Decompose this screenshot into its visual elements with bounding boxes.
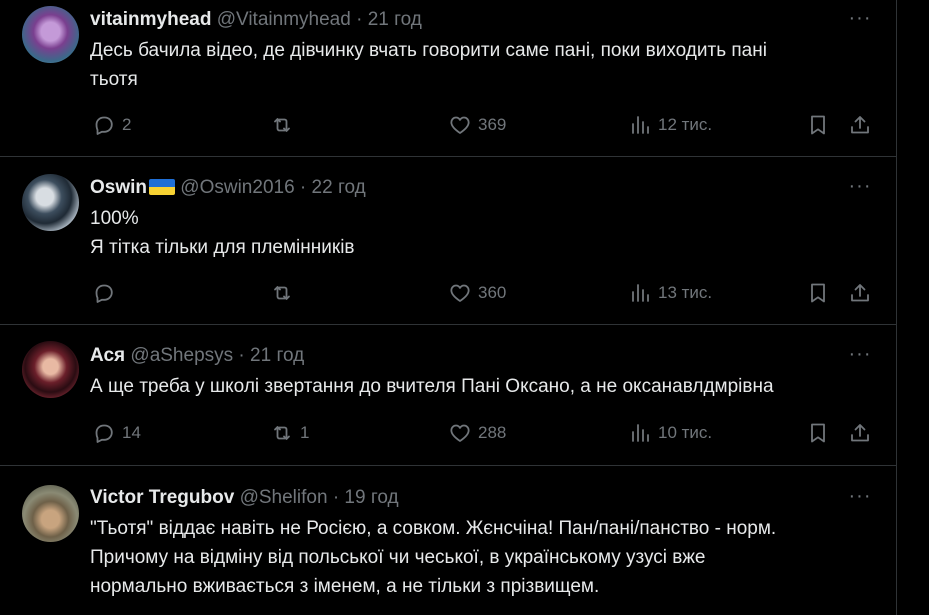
ukraine-flag-icon xyxy=(149,179,176,195)
views-count: 13 тис. xyxy=(658,283,713,302)
repost-button[interactable] xyxy=(270,281,300,305)
author-name[interactable]: vitainmyhead xyxy=(90,9,211,30)
tweet-text-line: Десь бачила відео, де дівчинку вчать гов… xyxy=(90,40,767,61)
reply-icon xyxy=(95,284,113,303)
tweet-header: Oswin @Oswin2016 · 22 год xyxy=(90,177,846,199)
tweet-text-line: "Тьотя" віддає навіть не Росією, а совко… xyxy=(90,518,777,539)
bookmark-button[interactable] xyxy=(806,421,830,445)
views-count: 10 тис. xyxy=(658,423,713,442)
author-handle[interactable]: @Oswin2016 xyxy=(180,177,294,198)
like-count: 369 xyxy=(478,115,507,134)
timestamp[interactable]: 21 год xyxy=(368,9,422,30)
repost-icon xyxy=(274,286,290,300)
heart-icon xyxy=(450,424,470,442)
tweet-text-line: нормально вживається з іменем, а не тіль… xyxy=(90,576,600,597)
reply-icon xyxy=(95,424,113,443)
share-icon xyxy=(851,284,869,302)
views-button[interactable]: 10 тис. xyxy=(628,421,712,445)
tweet-text-line: Причому на відміну від польської чи чесь… xyxy=(90,547,706,568)
views-button[interactable]: 13 тис. xyxy=(628,281,712,305)
heart-icon xyxy=(450,284,470,302)
repost-icon xyxy=(274,426,290,440)
repost-button[interactable] xyxy=(270,113,300,137)
avatar[interactable] xyxy=(22,485,79,542)
like-count: 360 xyxy=(478,283,507,302)
tweet-text: Десь бачила відео, де дівчинку вчать гов… xyxy=(90,36,850,94)
more-horizontal-icon[interactable]: ··· xyxy=(848,176,872,200)
author-name[interactable]: Victor Tregubov xyxy=(90,487,234,508)
heart-icon xyxy=(450,116,470,134)
like-button[interactable]: 288 xyxy=(448,421,506,445)
tweet-header: vitainmyhead @Vitainmyhead · 21 год xyxy=(90,9,846,31)
tweet-text-line: Я тітка тільки для племінників xyxy=(90,237,355,258)
reply-button[interactable]: 14 xyxy=(92,421,141,445)
reply-count: 14 xyxy=(122,423,141,442)
reply-icon xyxy=(95,116,113,135)
action-bar: 2 369 12 тис. xyxy=(90,113,876,137)
more-horizontal-icon[interactable]: ··· xyxy=(848,344,872,368)
share-icon xyxy=(851,424,869,442)
author-name[interactable]: Oswin xyxy=(90,177,147,198)
timestamp[interactable]: 22 год xyxy=(312,177,366,198)
tweet-text-line: 100% xyxy=(90,208,139,229)
bookmark-button[interactable] xyxy=(806,113,830,137)
timestamp[interactable]: 19 год xyxy=(344,487,398,508)
tweet-text: "Тьотя" віддає навіть не Росією, а совко… xyxy=(90,514,850,601)
share-icon xyxy=(851,116,869,134)
tweet[interactable]: Victor Tregubov @Shelifon · 19 год ··· "… xyxy=(0,466,896,615)
separator: · xyxy=(356,9,363,30)
more-horizontal-icon[interactable]: ··· xyxy=(848,486,872,510)
share-button[interactable] xyxy=(848,281,872,305)
repost-icon xyxy=(274,118,290,132)
share-button[interactable] xyxy=(848,421,872,445)
timestamp[interactable]: 21 год xyxy=(250,345,304,366)
bookmark-icon xyxy=(811,283,825,303)
reply-button[interactable] xyxy=(92,281,122,305)
reply-feed: vitainmyhead @Vitainmyhead · 21 год ··· … xyxy=(0,0,897,615)
author-name[interactable]: Ася xyxy=(90,345,125,366)
avatar[interactable] xyxy=(22,6,79,63)
share-button[interactable] xyxy=(848,113,872,137)
reply-count: 2 xyxy=(122,115,132,134)
action-bar: 14 1 288 10 тис. xyxy=(90,421,876,445)
tweet-text-line: тьотя xyxy=(90,69,138,90)
separator: · xyxy=(332,487,340,508)
separator: · xyxy=(238,345,245,366)
like-count: 288 xyxy=(478,423,507,442)
author-handle[interactable]: @Shelifon xyxy=(240,487,328,508)
action-bar: 360 13 тис. xyxy=(90,281,876,305)
tweet[interactable]: vitainmyhead @Vitainmyhead · 21 год ··· … xyxy=(0,0,896,157)
avatar[interactable] xyxy=(22,341,79,398)
views-chart-icon xyxy=(632,116,649,134)
tweet-text-line: А ще треба у школі звертання до вчителя … xyxy=(90,376,774,397)
like-button[interactable]: 360 xyxy=(448,281,506,305)
separator: · xyxy=(299,177,307,198)
views-chart-icon xyxy=(632,284,649,302)
repost-button[interactable]: 1 xyxy=(270,421,309,445)
views-button[interactable]: 12 тис. xyxy=(628,113,712,137)
more-horizontal-icon[interactable]: ··· xyxy=(848,8,872,32)
views-chart-icon xyxy=(632,424,649,442)
tweet[interactable]: Oswin @Oswin2016 · 22 год ··· 100% Я тіт… xyxy=(0,157,896,325)
tweet-text: 100% Я тітка тільки для племінників xyxy=(90,204,850,262)
avatar[interactable] xyxy=(22,174,79,231)
tweet-text: А ще треба у школі звертання до вчителя … xyxy=(90,372,850,401)
tweet-header: Victor Tregubov @Shelifon · 19 год xyxy=(90,487,846,509)
bookmark-icon xyxy=(811,115,825,135)
author-handle[interactable]: @Vitainmyhead xyxy=(217,9,351,30)
tweet[interactable]: Ася @aShepsys · 21 год ··· А ще треба у … xyxy=(0,325,896,466)
bookmark-icon xyxy=(811,423,825,443)
author-handle[interactable]: @aShepsys xyxy=(130,345,233,366)
like-button[interactable]: 369 xyxy=(448,113,506,137)
repost-count: 1 xyxy=(300,423,310,442)
reply-button[interactable]: 2 xyxy=(92,113,131,137)
bookmark-button[interactable] xyxy=(806,281,830,305)
tweet-header: Ася @aShepsys · 21 год xyxy=(90,345,846,367)
views-count: 12 тис. xyxy=(658,115,713,134)
